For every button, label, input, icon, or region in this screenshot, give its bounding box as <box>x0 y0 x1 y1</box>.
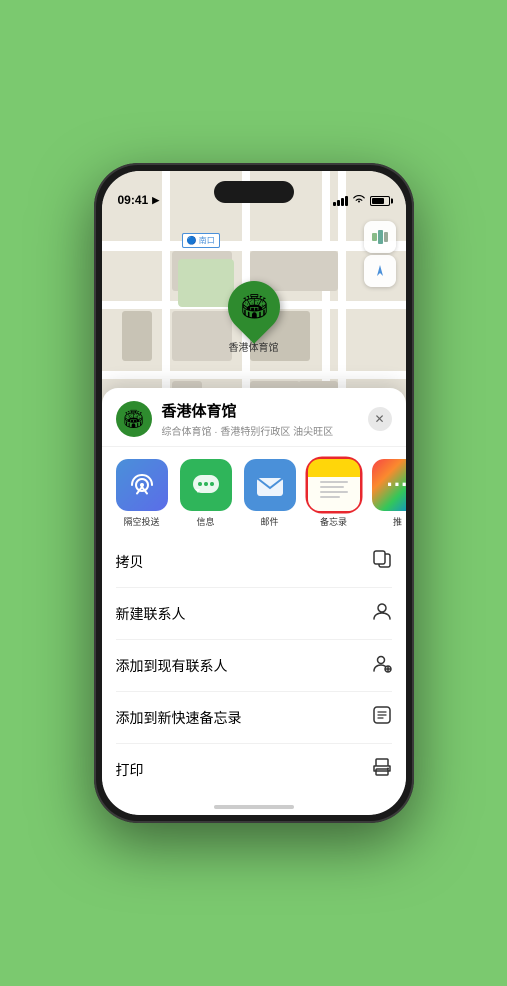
map-controls <box>364 221 396 287</box>
airdrop-icon <box>116 459 168 511</box>
bottom-sheet: 🏟 香港体育馆 综合体育馆 · 香港特别行政区 油尖旺区 ✕ <box>102 388 406 815</box>
print-icon <box>372 757 392 782</box>
share-item-airdrop[interactable]: 隔空投送 <box>116 459 168 528</box>
venue-icon: 🏟 <box>116 401 152 437</box>
venue-description: 综合体育馆 · 香港特别行政区 油尖旺区 <box>162 423 368 438</box>
share-item-notes[interactable]: 备忘录 <box>308 459 360 528</box>
mail-icon <box>244 459 296 511</box>
action-add-contact-label: 添加到现有联系人 <box>116 656 228 676</box>
signal-icon <box>333 196 348 206</box>
mail-label: 邮件 <box>260 515 278 528</box>
copy-icon <box>372 549 392 574</box>
pin-bubble: 🏟 <box>217 270 291 344</box>
notes-label: 备忘录 <box>320 515 347 528</box>
venue-stadium-icon: 🏟 <box>122 409 145 430</box>
share-item-mail[interactable]: 邮件 <box>244 459 296 528</box>
close-button[interactable]: ✕ <box>368 407 392 431</box>
action-add-contact[interactable]: 添加到现有联系人 <box>116 640 392 692</box>
messages-icon <box>180 459 232 511</box>
action-print-label: 打印 <box>116 760 144 780</box>
time-display: 09:41 <box>118 193 149 207</box>
more-icon: ··· <box>372 459 406 511</box>
action-copy[interactable]: 拷贝 <box>116 536 392 588</box>
dynamic-island <box>214 181 294 203</box>
location-button[interactable] <box>364 255 396 287</box>
sheet-header: 🏟 香港体育馆 综合体育馆 · 香港特别行政区 油尖旺区 ✕ <box>102 388 406 447</box>
south-gate-label: 🔵 南口 <box>182 233 220 248</box>
more-label: 推 <box>393 515 402 528</box>
location-pin: 🏟 香港体育馆 <box>228 281 280 354</box>
location-arrow-icon: ▶ <box>152 195 159 206</box>
quick-note-icon <box>372 705 392 730</box>
action-new-contact-label: 新建联系人 <box>116 604 186 624</box>
battery-icon <box>370 196 390 206</box>
share-item-more[interactable]: ··· 推 <box>372 459 406 528</box>
share-row: 隔空投送 信息 <box>102 447 406 536</box>
new-contact-icon <box>372 601 392 626</box>
add-contact-icon <box>372 653 392 678</box>
notes-icon <box>308 459 360 511</box>
venue-name: 香港体育馆 <box>162 400 368 421</box>
pin-stadium-icon: 🏟 <box>238 293 268 322</box>
airdrop-label: 隔空投送 <box>123 515 159 528</box>
share-item-messages[interactable]: 信息 <box>180 459 232 528</box>
map-type-button[interactable] <box>364 221 396 253</box>
phone-frame: 09:41 ▶ <box>94 163 414 823</box>
action-new-contact[interactable]: 新建联系人 <box>116 588 392 640</box>
status-icons <box>333 194 390 207</box>
action-quick-note-label: 添加到新快速备忘录 <box>116 708 242 728</box>
action-copy-label: 拷贝 <box>116 552 144 572</box>
action-list: 拷贝 新建联系人 <box>102 536 406 795</box>
action-quick-note[interactable]: 添加到新快速备忘录 <box>116 692 392 744</box>
venue-info: 香港体育馆 综合体育馆 · 香港特别行政区 油尖旺区 <box>162 400 368 438</box>
wifi-icon <box>352 194 366 207</box>
status-time: 09:41 ▶ <box>118 193 160 207</box>
home-indicator <box>214 805 294 809</box>
phone-screen: 09:41 ▶ <box>102 171 406 815</box>
messages-label: 信息 <box>196 515 214 528</box>
action-print[interactable]: 打印 <box>116 744 392 795</box>
